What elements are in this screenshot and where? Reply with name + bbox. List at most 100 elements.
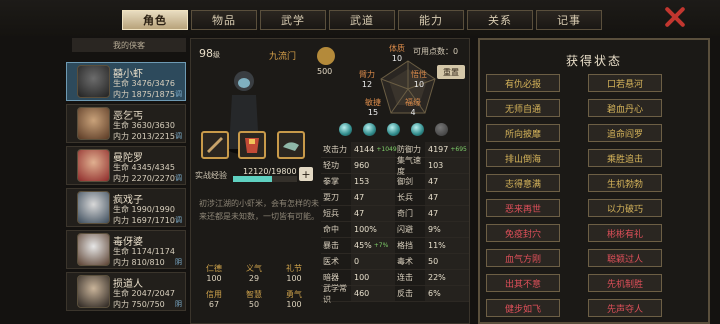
stat-row: 武学常识 460 反击 6%: [321, 284, 469, 304]
status-badge[interactable]: 健步如飞: [486, 299, 560, 317]
stat-row: 拳掌 153 御剑 47: [321, 174, 469, 190]
stats-table: 攻击力 4144 +1049 防御力 4197 +695 轻功 960 集气速度 103 拳…: [321, 142, 469, 304]
character-tag: 调: [175, 132, 182, 140]
coin-count: 500: [317, 67, 333, 76]
status-badge[interactable]: 血气方刚: [486, 249, 560, 267]
stat-row: 耍刀 47 长兵 47: [321, 190, 469, 206]
attr-minjie: 敏捷 15: [365, 98, 381, 117]
character-tag: 阴: [175, 300, 182, 308]
status-badge[interactable]: 排山倒海: [486, 149, 560, 167]
gem-slot-icon[interactable]: [363, 123, 376, 136]
character-hp: 生命 1990/1990: [113, 205, 175, 214]
attr-tizhi: 体质 10: [389, 44, 405, 63]
status-badge[interactable]: 乘胜追击: [588, 149, 662, 167]
status-badge[interactable]: 碧血丹心: [588, 99, 662, 117]
character-item[interactable]: 囍小虾 生命 3476/3476 内力 1875/1875 调: [66, 62, 186, 101]
status-badge[interactable]: 志得意满: [486, 174, 560, 192]
stat-row: 轻功 960 集气速度 103: [321, 156, 469, 176]
portrait-icon: [77, 191, 110, 224]
coin-icon: [317, 47, 335, 65]
status-badge[interactable]: 口若悬河: [588, 74, 662, 92]
character-mp: 内力 2013/2215: [113, 132, 175, 141]
tab-relations[interactable]: 关系: [467, 10, 533, 30]
status-badge[interactable]: 出其不意: [486, 274, 560, 292]
portrait-icon: [77, 107, 110, 140]
virtue-yongqi: 勇气 100: [286, 290, 302, 309]
character-tag: 调: [175, 90, 182, 98]
tab-role[interactable]: 角色: [122, 10, 188, 30]
status-badge[interactable]: 有仇必报: [486, 74, 560, 92]
character-mp: 内力 750/750: [113, 300, 165, 309]
status-badge[interactable]: 生机勃勃: [588, 174, 662, 192]
virtue-yiqi: 义气 29: [246, 264, 262, 283]
character-sidebar: 我的侠客 囍小虾 生命 3476/3476 内力 1875/1875 调 恶乞丐…: [66, 38, 186, 324]
exp-label: 实战经验: [195, 171, 227, 180]
status-title: 获得状态: [565, 54, 622, 68]
stat-row: 暴击 45% +7% 格挡 11%: [321, 238, 469, 254]
equip-weapon-icon[interactable]: [201, 131, 229, 159]
status-badge[interactable]: 彬彬有礼: [588, 224, 662, 242]
gem-slot-icon[interactable]: [387, 123, 400, 136]
add-exp-button[interactable]: +: [299, 167, 313, 181]
character-hp: 生命 3476/3476: [113, 79, 175, 88]
equip-accessory-icon[interactable]: [277, 131, 305, 159]
attr-wuxing: 悟性 10: [411, 70, 427, 89]
character-mp: 内力 2270/2270: [113, 174, 175, 183]
character-tag: 阴: [175, 258, 182, 266]
virtue-zhihui: 智慧 50: [246, 290, 262, 309]
attr-fuyuan: 福缘 4: [405, 98, 421, 117]
character-tag: 调: [175, 174, 182, 182]
status-badge[interactable]: 免疫封穴: [486, 224, 560, 242]
tab-wudao[interactable]: 武道: [329, 10, 395, 30]
sect-name: 九流门: [269, 52, 297, 62]
character-mp: 内力 1875/1875: [113, 90, 175, 99]
status-badge[interactable]: 恶来再世: [486, 199, 560, 217]
character-tag: 调: [175, 216, 182, 224]
stat-row: 攻击力 4144 +1049 防御力 4197 +695: [321, 142, 469, 158]
status-badge[interactable]: 聪颖过人: [588, 249, 662, 267]
character-panel: 98级 九流门 实战经验 12120/19800 + 初涉江湖的小虾米，会有怎样…: [190, 38, 470, 324]
virtue-lijie: 礼节 100: [286, 264, 302, 283]
gem-slot-icon[interactable]: [339, 123, 352, 136]
status-badge[interactable]: 先机制胜: [588, 274, 662, 292]
stat-row: 医术 0 毒术 50: [321, 254, 469, 270]
exp-value: 12120/19800: [243, 167, 297, 176]
character-mp: 内力 810/810: [113, 258, 165, 267]
portrait-icon: [77, 275, 110, 308]
character-hp: 生命 2047/2047: [113, 289, 175, 298]
tab-journal[interactable]: 记事: [536, 10, 602, 30]
stat-row: 短兵 47 奇门 47: [321, 206, 469, 222]
tab-ability[interactable]: 能力: [398, 10, 464, 30]
available-points: 可用点数：0: [413, 47, 459, 56]
gem-slot-icon[interactable]: [411, 123, 424, 136]
gem-slot-icon[interactable]: [435, 123, 448, 136]
tab-items[interactable]: 物品: [191, 10, 257, 30]
character-description: 初涉江湖的小虾米，会有怎样的未来还都是未知数，一切皆有可能。: [199, 199, 319, 221]
reset-button[interactable]: 重置: [437, 65, 465, 79]
virtue-renDe: 仁德 100: [206, 264, 222, 283]
character-item[interactable]: 曼陀罗 生命 4345/4345 内力 2270/2270 调: [66, 146, 186, 185]
portrait-icon: [77, 149, 110, 182]
status-badge[interactable]: 追命阎罗: [588, 124, 662, 142]
level: 98级: [199, 47, 220, 60]
character-item[interactable]: 损道人 生命 2047/2047 内力 750/750 阴: [66, 272, 186, 311]
character-mp: 内力 1697/1710: [113, 216, 175, 225]
status-badge[interactable]: 以力破巧: [588, 199, 662, 217]
virtue-xinyong: 信用 67: [206, 290, 222, 309]
tab-martial[interactable]: 武学: [260, 10, 326, 30]
status-badge[interactable]: 无师自通: [486, 99, 560, 117]
character-hp: 生命 1174/1174: [113, 247, 175, 256]
sidebar-title: 我的侠客: [72, 38, 186, 52]
stat-row: 命中 100% 闪避 9%: [321, 222, 469, 238]
character-item[interactable]: 毒伢婆 生命 1174/1174 内力 810/810 阴: [66, 230, 186, 269]
status-badge[interactable]: 先声夺人: [588, 299, 662, 317]
top-tab-bar: 角色 物品 武学 武道 能力 关系 记事: [0, 0, 720, 36]
status-badge[interactable]: 所向披靡: [486, 124, 560, 142]
portrait-icon: [77, 65, 110, 98]
exp-bar: [233, 176, 297, 182]
close-icon[interactable]: [662, 6, 688, 28]
equip-armor-icon[interactable]: [238, 131, 266, 159]
character-item[interactable]: 疯戏子 生命 1990/1990 内力 1697/1710 调: [66, 188, 186, 227]
character-item[interactable]: 恶乞丐 生命 3630/3630 内力 2013/2215 调: [66, 104, 186, 143]
portrait-icon: [77, 233, 110, 266]
